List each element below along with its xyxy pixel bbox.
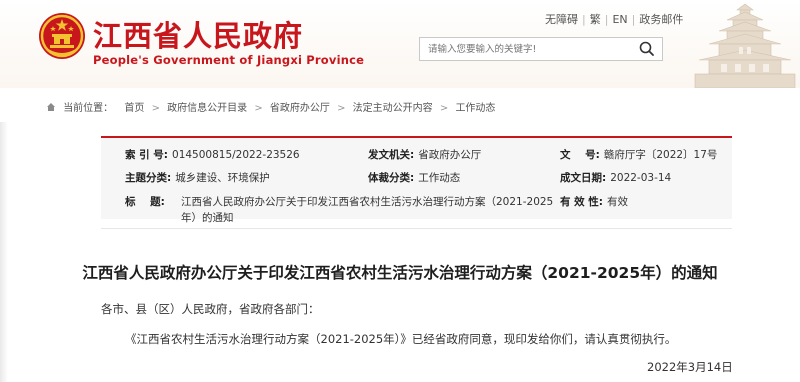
gov-mail-link[interactable]: 政务邮件	[639, 13, 683, 26]
meta-title: 标 题:	[125, 194, 165, 209]
meta-document-number: 文 号: 赣府厅字〔2022〕17号	[560, 147, 717, 162]
chevron-right-icon: >	[254, 103, 263, 114]
meta-value: 2022-03-14	[610, 172, 672, 184]
page-edge-shadow	[0, 88, 8, 382]
breadcrumb-general-office[interactable]: 省政府办公厅	[270, 103, 330, 114]
article-salutation: 各市、县（区）人民政府，省政府各部门：	[101, 302, 320, 316]
top-links: 无障碍 | 繁 | EN | 政务邮件	[545, 11, 683, 27]
chevron-right-icon: >	[337, 103, 346, 114]
link-divider: |	[582, 13, 586, 26]
traditional-chinese-link[interactable]: 繁	[590, 13, 601, 26]
chevron-right-icon: >	[439, 103, 449, 114]
site-header: 江西省人民政府 People's Government of Jiangxi P…	[0, 0, 800, 88]
meta-label: 索 引 号:	[125, 149, 169, 161]
meta-label: 发文机关:	[368, 149, 415, 161]
breadcrumb-bar: 当前位置： 首页 > 政府信息公开目录 > 省政府办公厅 > 法定主动公开内容 …	[0, 88, 800, 122]
meta-validity: 有 效 性: 有效	[560, 194, 628, 209]
search-input[interactable]	[420, 38, 632, 60]
article-title: 江西省人民政府办公厅关于印发江西省农村生活污水治理行动方案（2021-2025年…	[82, 264, 718, 282]
site-subtitle: People's Government of Jiangxi Province	[93, 53, 365, 67]
meta-title-line: 年）的通知	[181, 212, 234, 224]
meta-category: 体裁分类: 工作动态	[368, 170, 460, 185]
site-title[interactable]: 江西省人民政府	[93, 13, 303, 55]
breadcrumb-info-catalog[interactable]: 政府信息公开目录	[167, 103, 247, 114]
article-body-paragraph: 《江西省农村生活污水治理行动方案（2021-2025年）》已经省政府同意，现印发…	[125, 332, 677, 346]
meta-title-line: 江西省人民政府办公厅关于印发江西省农村生活污水治理行动方案（2021-2025	[181, 196, 554, 208]
search-box	[419, 37, 663, 61]
english-link[interactable]: EN	[612, 13, 627, 26]
meta-value: 赣府厅字〔2022〕17号	[603, 149, 718, 161]
breadcrumb: 当前位置： 首页 > 政府信息公开目录 > 省政府办公厅 > 法定主动公开内容 …	[46, 99, 495, 114]
chevron-right-icon: >	[151, 103, 160, 114]
pavilion-illustration	[694, 3, 796, 88]
meta-value: 有效	[607, 196, 629, 208]
breadcrumb-statutory-content[interactable]: 法定主动公开内容	[353, 103, 433, 114]
meta-value: 城乡建设、环境保护	[175, 172, 270, 184]
search-button[interactable]	[632, 38, 662, 60]
meta-issuer: 发文机关: 省政府办公厅	[368, 147, 481, 162]
meta-title-value: 江西省人民政府办公厅关于印发江西省农村生活污水治理行动方案（2021-2025 …	[181, 194, 553, 226]
meta-label: 成文日期:	[560, 172, 607, 184]
meta-value: 014500815/2022-23526	[172, 149, 300, 161]
link-divider: |	[631, 13, 636, 26]
meta-topic: 主题分类: 城乡建设、环境保护	[125, 170, 270, 185]
meta-index-number: 索 引 号: 014500815/2022-23526	[125, 147, 300, 162]
meta-value: 工作动态	[418, 172, 461, 184]
document-meta-table: 索 引 号: 014500815/2022-23526 发文机关: 省政府办公厅 文…	[101, 136, 732, 224]
link-divider: |	[604, 13, 609, 26]
accessibility-link[interactable]: 无障碍	[545, 13, 578, 26]
meta-label: 文 号:	[560, 149, 600, 161]
breadcrumb-label: 当前位置：	[63, 103, 114, 114]
national-emblem-icon	[39, 13, 85, 59]
home-icon	[47, 103, 55, 111]
meta-label: 主题分类:	[125, 172, 172, 184]
meta-label: 有 效 性:	[560, 196, 604, 208]
meta-written-date: 成文日期: 2022-03-14	[560, 170, 671, 185]
divider	[101, 228, 732, 229]
breadcrumb-home[interactable]: 首页	[124, 103, 144, 114]
meta-value: 省政府办公厅	[418, 149, 482, 161]
meta-label: 标 题:	[125, 196, 165, 208]
article-date: 2022年3月14日	[647, 360, 733, 374]
breadcrumb-work-news[interactable]: 工作动态	[455, 103, 495, 114]
search-icon	[639, 41, 654, 56]
meta-label: 体裁分类:	[368, 172, 415, 184]
